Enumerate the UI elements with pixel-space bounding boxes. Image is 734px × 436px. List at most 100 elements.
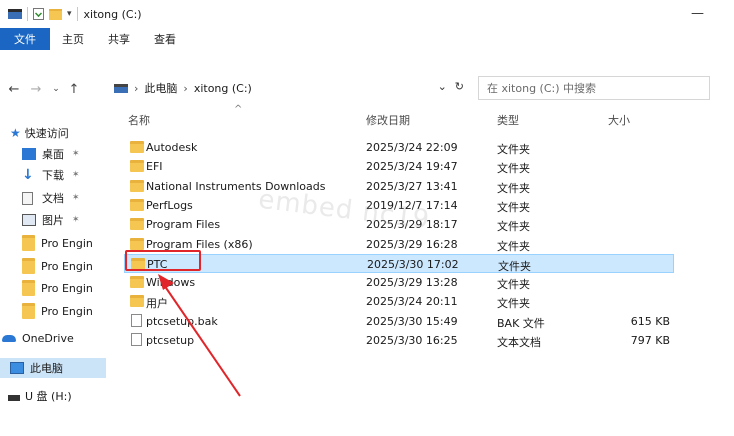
folder-icon [22, 303, 35, 319]
folder-icon [22, 280, 35, 296]
nav-label: Pro Engin [41, 259, 93, 273]
file-name: EFI [146, 160, 163, 174]
folder-icon [130, 160, 144, 173]
new-folder-icon[interactable] [49, 8, 62, 20]
file-name: ptcsetup.bak [146, 314, 218, 328]
file-size: 615 KB [630, 314, 670, 328]
desktop-icon [22, 148, 36, 160]
nav-quick-access[interactable]: ★ 快速访问 [10, 123, 122, 143]
nav-label: OneDrive [22, 331, 74, 345]
file-type: 文件夹 [497, 239, 530, 253]
window-title: xitong (C:) [83, 7, 142, 21]
divider [27, 7, 28, 21]
nav-pictures[interactable]: 图片 ✶ [22, 210, 134, 230]
folder-icon [130, 276, 144, 289]
file-name: Program Files [146, 218, 221, 232]
star-icon: ★ [10, 126, 21, 140]
table-row[interactable]: Autodesk 2025/3/24 22:09 文件夹 [124, 138, 674, 157]
nav-documents[interactable]: 文档 ✶ [22, 188, 134, 208]
pin-icon[interactable]: ✶ [72, 149, 80, 159]
tab-view[interactable]: 查看 [142, 28, 188, 50]
tab-file[interactable]: 文件 [0, 28, 50, 50]
column-header-name[interactable]: 名称 [128, 112, 150, 132]
file-type: 文件夹 [497, 297, 530, 311]
file-type: 文本文档 [497, 336, 541, 349]
nav-pro-engineer-1[interactable]: Pro Engin [22, 233, 134, 253]
folder-icon [130, 198, 144, 211]
file-type: 文件夹 [497, 162, 530, 176]
table-row[interactable]: Windows 2025/3/29 13:28 文件夹 [124, 273, 674, 292]
folder-icon [22, 235, 35, 251]
tab-home[interactable]: 主页 [50, 28, 96, 50]
document-icon [22, 191, 33, 205]
file-name: ptcsetup [146, 334, 195, 347]
recent-locations-icon[interactable]: ⌄ [48, 84, 64, 94]
nav-pro-engineer-2[interactable]: Pro Engin [22, 256, 134, 276]
nav-this-pc[interactable]: 此电脑 [0, 358, 106, 378]
nav-usb-drive[interactable]: U 盘 (H:) [8, 386, 120, 406]
modified-date: 2025/3/27 13:41 [366, 179, 458, 193]
table-row[interactable]: ptcsetup.bak 2025/3/30 15:49 BAK 文件 615 KB [124, 312, 674, 331]
breadcrumb-this-pc[interactable]: 此电脑 [144, 80, 177, 96]
file-type: 文件夹 [497, 181, 530, 195]
nav-label: Pro Engin [41, 236, 93, 250]
nav-label: U 盘 (H:) [25, 390, 72, 403]
picture-icon [22, 214, 36, 226]
sort-ascending-icon: ^ [234, 104, 243, 115]
chevron-right-icon[interactable]: › [183, 82, 187, 95]
modified-date: 2025/3/30 17:02 [367, 257, 459, 271]
table-row[interactable]: EFI 2025/3/24 19:47 文件夹 [124, 157, 674, 176]
table-row[interactable]: 用户 2025/3/24 20:11 文件夹 [124, 292, 674, 311]
pin-icon[interactable]: ✶ [72, 170, 80, 180]
tab-share[interactable]: 共享 [96, 28, 142, 50]
nav-label: 下载 [42, 169, 64, 182]
folder-icon [130, 141, 144, 153]
table-row[interactable]: Program Files (x86) 2025/3/29 16:28 文件夹 [124, 235, 674, 254]
nav-desktop[interactable]: 桌面 ✶ [22, 144, 134, 164]
chevron-right-icon[interactable]: › [134, 82, 138, 95]
divider [76, 7, 78, 21]
column-header-date[interactable]: 修改日期 [366, 112, 410, 132]
nav-label: 桌面 [42, 148, 64, 161]
nav-label: 图片 [42, 214, 64, 227]
minimize-button[interactable]: — [691, 6, 704, 21]
modified-date: 2025/3/24 19:47 [366, 160, 458, 174]
file-name: Program Files (x86) [146, 237, 253, 251]
nav-label: Pro Engin [41, 281, 93, 295]
modified-date: 2025/3/30 15:49 [366, 314, 458, 328]
chevron-down-icon[interactable]: ⌄ [438, 80, 447, 93]
table-row[interactable]: ptcsetup 2025/3/30 16:25 文本文档 797 KB [124, 331, 674, 350]
usb-drive-icon [8, 395, 20, 401]
table-row[interactable]: National Instruments Downloads 2025/3/27 … [124, 177, 674, 196]
column-header-size[interactable]: 大小 [608, 112, 630, 132]
nav-onedrive[interactable]: OneDrive [2, 328, 114, 348]
modified-date: 2025/3/24 20:11 [366, 295, 458, 309]
file-name: Autodesk [146, 141, 198, 154]
nav-downloads[interactable]: ↓ 下载 ✶ [22, 165, 134, 185]
up-arrow-icon[interactable]: ↑ [66, 82, 82, 97]
nav-pro-engineer-4[interactable]: Pro Engin [22, 301, 134, 321]
pin-icon[interactable]: ✶ [72, 193, 80, 203]
folder-icon [22, 258, 35, 274]
pin-icon[interactable]: ✶ [72, 215, 80, 225]
breadcrumb-drive[interactable]: xitong (C:) [194, 82, 252, 95]
file-size: 797 KB [630, 334, 670, 347]
back-arrow-icon[interactable]: ← [6, 82, 22, 97]
nav-label: 文档 [42, 192, 64, 205]
file-name: 用户 [146, 297, 168, 311]
customize-toolbar-icon[interactable]: ▾ [67, 9, 72, 19]
file-type: BAK 文件 [497, 316, 545, 330]
search-input[interactable]: 在 xitong (C:) 中搜索 [478, 76, 710, 100]
explorer-icon [8, 9, 22, 19]
column-header-type[interactable]: 类型 [497, 112, 519, 132]
nav-pro-engineer-3[interactable]: Pro Engin [22, 278, 134, 298]
table-row[interactable]: PTC 2025/3/30 17:02 文件夹 [124, 253, 674, 273]
ribbon-tabs: 文件 主页 共享 查看 [0, 28, 734, 50]
properties-icon[interactable] [33, 8, 44, 20]
refresh-icon[interactable]: ↻ [455, 80, 464, 93]
file-icon [131, 313, 142, 327]
address-bar[interactable]: › 此电脑 › xitong (C:) ⌄ ↻ [110, 76, 470, 100]
address-row: ← → ⌄ ↑ › 此电脑 › xitong (C:) ⌄ ↻ 在 xitong … [0, 76, 734, 102]
modified-date: 2025/3/30 16:25 [366, 334, 458, 347]
forward-arrow-icon[interactable]: → [28, 82, 44, 97]
